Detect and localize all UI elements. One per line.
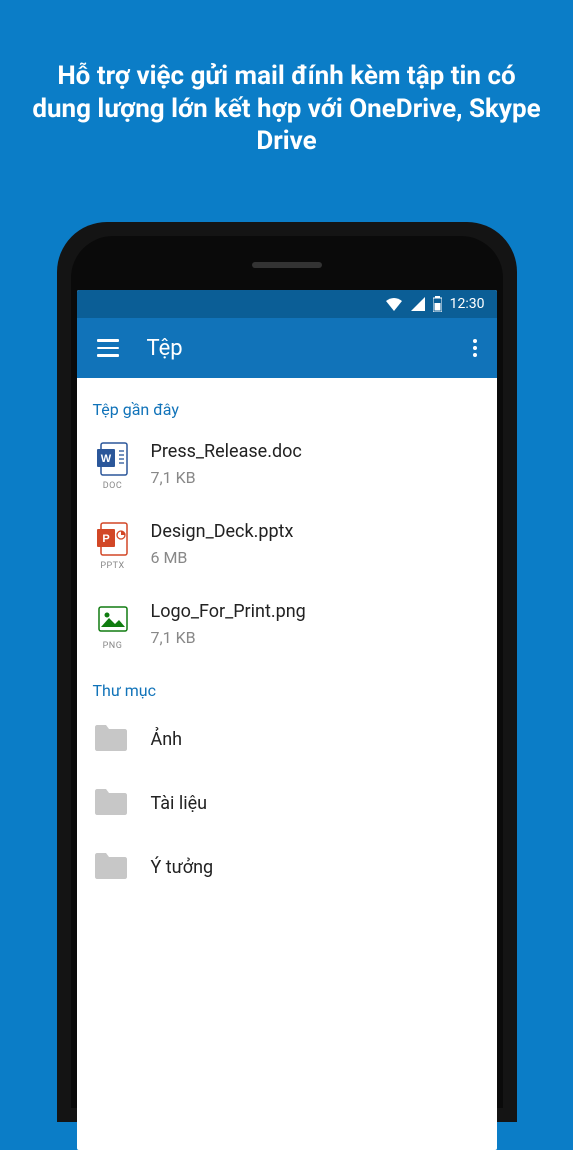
file-item[interactable]: P PPTX Design_Deck.pptx 6 MB [93, 521, 481, 571]
phone-screen: 12:30 Tệp Tệp gần đây W DOC [77, 290, 497, 1150]
file-size: 7,1 KB [151, 468, 302, 487]
battery-icon [433, 296, 442, 312]
file-ext-label: DOC [93, 481, 133, 491]
folder-item[interactable]: Tài liệu [93, 786, 481, 820]
image-file-icon: PNG [93, 601, 133, 651]
svg-text:P: P [102, 533, 109, 545]
phone-frame: 12:30 Tệp Tệp gần đây W DOC [57, 222, 517, 1122]
menu-icon[interactable] [91, 333, 125, 363]
folder-icon [93, 850, 133, 884]
file-name: Press_Release.doc [151, 441, 302, 462]
folder-item[interactable]: Ý tưởng [93, 850, 481, 884]
wifi-icon [385, 297, 403, 311]
file-name: Design_Deck.pptx [151, 521, 294, 542]
file-ext-label: PNG [93, 641, 133, 651]
recent-files-header: Tệp gần đây [93, 400, 481, 419]
folder-name: Ý tưởng [151, 857, 214, 878]
folder-icon [93, 786, 133, 820]
content-area: Tệp gần đây W DOC Press_Release.doc 7,1 … [77, 378, 497, 884]
powerpoint-icon: P PPTX [93, 521, 133, 571]
file-item[interactable]: W DOC Press_Release.doc 7,1 KB [93, 441, 481, 491]
app-bar: Tệp [77, 318, 497, 378]
file-item[interactable]: PNG Logo_For_Print.png 7,1 KB [93, 601, 481, 651]
folder-icon [93, 722, 133, 756]
status-bar: 12:30 [77, 290, 497, 318]
file-ext-label: PPTX [93, 561, 133, 571]
overflow-menu-icon[interactable] [467, 333, 483, 363]
file-size: 6 MB [151, 548, 294, 567]
phone-speaker [252, 262, 322, 268]
appbar-title: Tệp [147, 336, 183, 361]
folder-name: Ảnh [151, 729, 183, 750]
svg-text:W: W [100, 453, 111, 465]
file-size: 7,1 KB [151, 628, 306, 647]
word-doc-icon: W DOC [93, 441, 133, 491]
folder-item[interactable]: Ảnh [93, 722, 481, 756]
folders-header: Thư mục [93, 681, 481, 700]
status-time: 12:30 [450, 296, 485, 312]
signal-icon [411, 297, 425, 311]
file-name: Logo_For_Print.png [151, 601, 306, 622]
folder-name: Tài liệu [151, 793, 208, 814]
promo-headline: Hỗ trợ việc gửi mail đính kèm tập tin có… [0, 0, 573, 158]
